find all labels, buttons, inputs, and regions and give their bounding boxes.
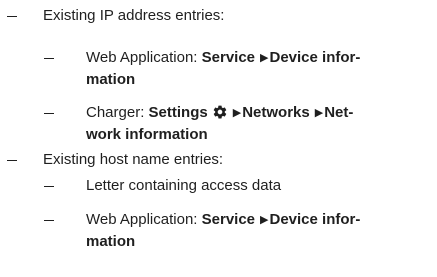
device-information-menu: Device infor- [269, 211, 361, 228]
web-app-label: Web Application: [86, 211, 202, 228]
letter-access-data: Letter containing access data [86, 177, 282, 194]
sub-list-dash [44, 186, 54, 187]
list-dash [7, 16, 17, 17]
device-information-menu: Device infor- [269, 49, 361, 66]
network-information-menu: Net- [324, 104, 354, 121]
sub-list-dash [44, 113, 54, 114]
network-information-continuation: work information [86, 126, 208, 143]
instruction-list: Existing IP address entries: Web Applica… [0, 0, 437, 277]
host-web-app-path: Web Application: Service ▶Device infor- [86, 210, 360, 230]
arrow-right-icon: ▶ [260, 52, 269, 64]
gear-icon [212, 104, 228, 125]
ip-entries-heading: Existing IP address entries: [43, 7, 225, 24]
arrow-right-icon: ▶ [314, 107, 324, 119]
ip-web-app-path: Web Application: Service ▶Device infor- [86, 48, 360, 68]
sub-list-dash [44, 220, 54, 221]
service-menu: Service [201, 49, 256, 66]
charger-path: Charger: Settings ▶Networks ▶Net- [86, 103, 353, 125]
device-information-continuation: mation [86, 233, 136, 250]
device-information-continuation: mation [86, 71, 136, 88]
sub-list-dash [44, 58, 54, 59]
arrow-right-icon: ▶ [260, 214, 269, 226]
arrow-right-icon: ▶ [232, 107, 242, 119]
service-menu: Service [201, 211, 256, 228]
host-entries-heading: Existing host name entries: [43, 151, 224, 168]
web-app-label: Web Application: [86, 49, 202, 66]
networks-menu: Networks [242, 104, 310, 121]
charger-label: Charger: [86, 104, 149, 121]
settings-menu: Settings [148, 104, 208, 121]
list-dash [7, 160, 17, 161]
